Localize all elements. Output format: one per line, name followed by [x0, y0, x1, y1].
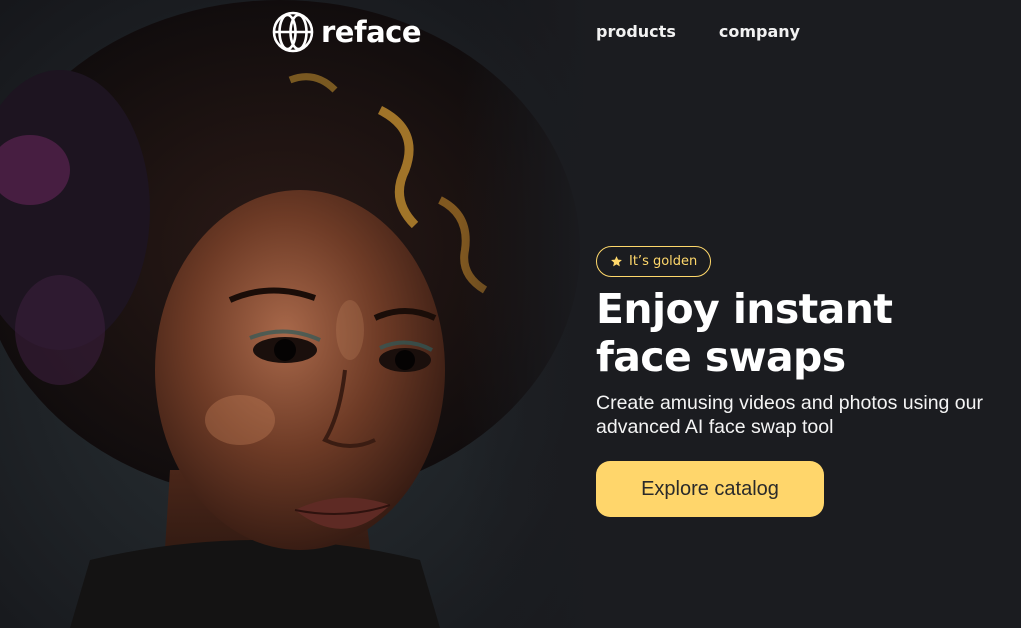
site-header: reface products company — [0, 0, 1021, 66]
nav-item-products[interactable]: products — [596, 22, 676, 41]
hero-headline: Enjoy instant face swaps — [596, 285, 1016, 381]
nav-item-company[interactable]: company — [719, 22, 800, 41]
hero-content: It’s golden Enjoy instant face swaps Cre… — [596, 246, 1016, 517]
badge-label: It’s golden — [629, 254, 698, 269]
headline-line-2: face swaps — [596, 333, 846, 381]
landing-page: reface products company It’s golden Enjo… — [0, 0, 1021, 628]
reface-logo[interactable]: reface — [272, 11, 422, 53]
hero-portrait-image — [0, 0, 600, 628]
reface-globe-icon — [272, 11, 314, 53]
golden-badge: It’s golden — [596, 246, 712, 277]
logo-wordmark: reface — [321, 15, 422, 49]
headline-line-1: Enjoy instant — [596, 285, 893, 333]
explore-catalog-button[interactable]: Explore catalog — [596, 461, 824, 517]
main-nav: products company — [596, 22, 800, 41]
star-icon — [611, 256, 622, 267]
hero-subtext: Create amusing videos and photos using o… — [596, 392, 983, 438]
portrait-fade-overlay — [460, 0, 600, 628]
